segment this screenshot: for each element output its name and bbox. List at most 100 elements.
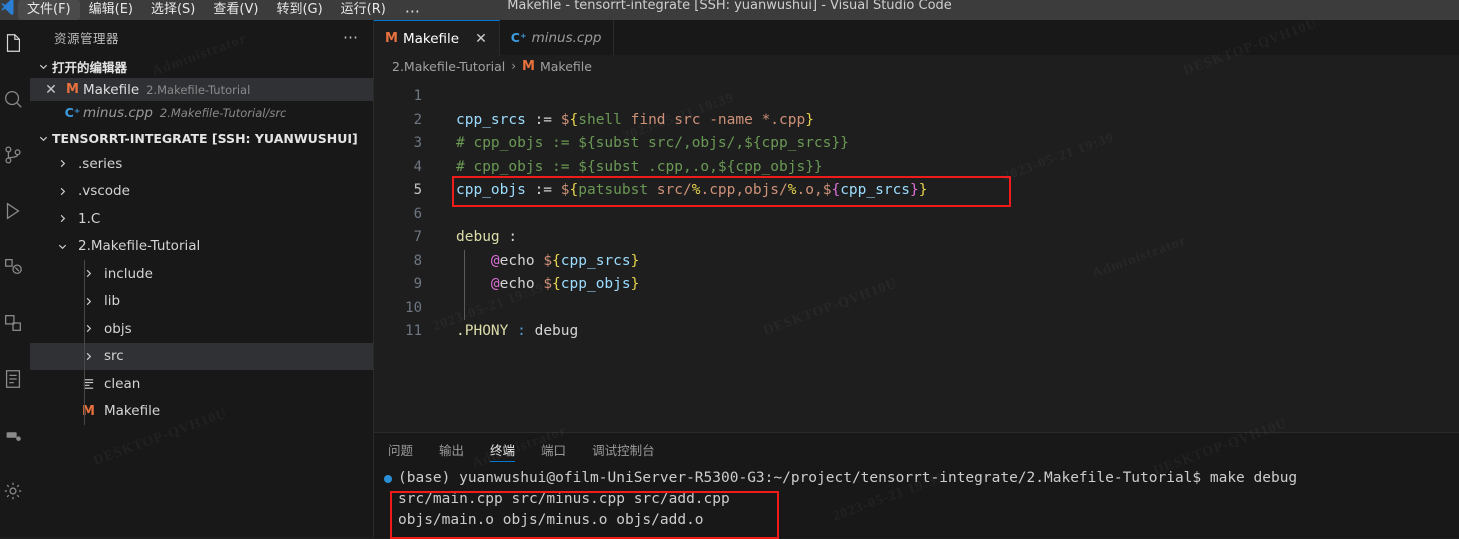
menu-item-run[interactable]: 运行(R) bbox=[332, 0, 395, 20]
tab-minus-cpp[interactable]: C⁺ minus.cpp bbox=[499, 20, 615, 55]
search-icon[interactable] bbox=[0, 82, 30, 116]
tree-item-label: 1.C bbox=[78, 210, 101, 227]
open-editor-name: Makefile bbox=[83, 81, 140, 98]
tree-item-clean[interactable]: clean bbox=[30, 370, 373, 398]
chevron-right-icon bbox=[80, 320, 97, 337]
tab-makefile[interactable]: M Makefile ✕ bbox=[374, 20, 500, 56]
code-line[interactable]: 6 bbox=[374, 203, 1459, 227]
docker-icon[interactable] bbox=[0, 418, 30, 452]
code-line[interactable]: 9 @echo ${cpp_objs} bbox=[374, 273, 1459, 297]
tab-problems[interactable]: 问题 bbox=[388, 433, 413, 468]
breadcrumb-file[interactable]: Makefile bbox=[540, 59, 592, 74]
indent-guide bbox=[84, 260, 85, 288]
tab-label: Makefile bbox=[402, 30, 460, 47]
code-line[interactable]: 5 cpp_objs := ${patsubst src/%.cpp,objs/%… bbox=[374, 179, 1459, 203]
menu-bar[interactable]: 文件(F) 编辑(E) 选择(S) 查看(V) 转到(G) 运行(R) ⋯ bbox=[18, 0, 430, 20]
tab-output[interactable]: 输出 bbox=[439, 433, 464, 468]
tab-label: minus.cpp bbox=[531, 29, 602, 46]
line-number: 11 bbox=[405, 323, 422, 339]
tree-item-makefile[interactable]: M Makefile bbox=[30, 397, 373, 425]
code-line[interactable]: 10 bbox=[374, 296, 1459, 320]
tree-item-1-c[interactable]: 1.C bbox=[30, 205, 373, 233]
menu-item-edit[interactable]: 编辑(E) bbox=[80, 0, 142, 20]
code-text: debug : bbox=[456, 229, 518, 245]
tree-item-objs[interactable]: objs bbox=[30, 315, 373, 343]
tree-item-lib[interactable]: lib bbox=[30, 287, 373, 315]
breadcrumb-folder[interactable]: 2.Makefile-Tutorial bbox=[392, 59, 505, 74]
open-editors-section-header[interactable]: 打开的编辑器 bbox=[30, 55, 373, 78]
line-number: 4 bbox=[413, 158, 422, 175]
code-text: @echo ${cpp_srcs} bbox=[490, 252, 640, 269]
chevron-down-icon bbox=[35, 58, 52, 75]
tree-item-include[interactable]: include bbox=[30, 260, 373, 288]
code-editor[interactable]: 1 2 cpp_srcs := ${shell find src -name *.c… bbox=[374, 77, 1459, 433]
chevron-right-icon bbox=[80, 265, 97, 282]
indent-guide bbox=[84, 370, 85, 398]
settings-gear-icon[interactable] bbox=[0, 474, 30, 508]
line-number: 9 bbox=[413, 276, 422, 292]
testing-icon[interactable] bbox=[0, 362, 30, 396]
explorer-icon[interactable] bbox=[0, 26, 30, 60]
vscode-logo-icon bbox=[0, 0, 14, 20]
close-icon[interactable]: ✕ bbox=[475, 31, 487, 47]
bottom-panel: 问题 输出 终端 端口 调试控制台 (base) yuanwushui@ofil… bbox=[374, 432, 1459, 539]
makefile-icon: M bbox=[385, 31, 398, 46]
source-control-icon[interactable] bbox=[0, 138, 30, 172]
indent-guide bbox=[464, 296, 465, 320]
code-text: .PHONY : debug bbox=[456, 323, 579, 339]
file-text-icon bbox=[80, 375, 97, 392]
tree-item-2-makefile-tutorial[interactable]: 2.Makefile-Tutorial bbox=[30, 233, 373, 261]
menu-overflow-icon[interactable]: ⋯ bbox=[395, 4, 430, 20]
run-debug-icon[interactable] bbox=[0, 194, 30, 228]
tree-item-src[interactable]: src bbox=[30, 342, 373, 370]
code-line[interactable]: 7 debug : bbox=[374, 226, 1459, 250]
tree-item-vscode[interactable]: .vscode bbox=[30, 178, 373, 206]
tab-terminal[interactable]: 终端 bbox=[490, 433, 516, 468]
indent-guide bbox=[84, 342, 85, 370]
menu-item-view[interactable]: 查看(V) bbox=[204, 0, 267, 20]
open-editors-label: 打开的编辑器 bbox=[52, 60, 128, 75]
workspace-section-header[interactable]: TENSORRT-INTEGRATE [SSH: YUANWUSHUI] bbox=[30, 127, 373, 150]
tree-item-label: include bbox=[104, 265, 153, 282]
chevron-right-icon bbox=[54, 210, 71, 227]
terminal[interactable]: (base) yuanwushui@ofilm-UniServer-R5300-… bbox=[374, 468, 1459, 539]
cpp-file-icon: C⁺ bbox=[510, 30, 527, 45]
extensions-icon[interactable] bbox=[0, 250, 30, 284]
open-editor-minus-cpp[interactable]: C⁺ minus.cpp 2.Makefile-Tutorial/src bbox=[30, 101, 373, 124]
terminal-status-dot-icon bbox=[384, 475, 392, 483]
title-bar: 文件(F) 编辑(E) 选择(S) 查看(V) 转到(G) 运行(R) ⋯ Ma… bbox=[0, 0, 1459, 20]
sidebar-title: 资源管理器 bbox=[54, 31, 120, 46]
code-line[interactable]: 3 # cpp_objs := ${subst src/,objs/,${cpp_… bbox=[374, 132, 1459, 156]
remote-explorer-icon[interactable] bbox=[0, 306, 30, 340]
code-line[interactable]: 11 .PHONY : debug bbox=[374, 320, 1459, 344]
tree-item-label: .series bbox=[78, 155, 123, 172]
makefile-icon: M bbox=[82, 403, 95, 419]
tab-debug-console[interactable]: 调试控制台 bbox=[592, 433, 655, 468]
indent-guide bbox=[84, 315, 85, 343]
tree-item-series[interactable]: .series bbox=[30, 150, 373, 178]
open-editor-path: 2.Makefile-Tutorial bbox=[146, 82, 251, 97]
code-text: # cpp_objs := ${subst src/,objs/,${cpp_s… bbox=[456, 135, 849, 151]
panel-tabs: 问题 输出 终端 端口 调试控制台 bbox=[374, 433, 1459, 468]
terminal-output-line: src/main.cpp src/minus.cpp src/add.cpp bbox=[398, 491, 730, 507]
code-line[interactable]: 1 bbox=[374, 85, 1459, 109]
terminal-prompt-line: (base) yuanwushui@ofilm-UniServer-R5300-… bbox=[398, 470, 1298, 486]
menu-item-go[interactable]: 转到(G) bbox=[267, 0, 331, 20]
code-line[interactable]: 4 # cpp_objs := ${subst .cpp,.o,${cpp_obj… bbox=[374, 156, 1459, 180]
breadcrumb[interactable]: 2.Makefile-Tutorial › M Makefile bbox=[374, 55, 1459, 77]
code-text: cpp_srcs := ${shell find src -name *.cpp… bbox=[456, 111, 814, 128]
sidebar-more-icon[interactable]: ⋯ bbox=[343, 30, 359, 45]
code-line[interactable]: 8 @echo ${cpp_srcs} bbox=[374, 249, 1459, 273]
menu-item-selection[interactable]: 选择(S) bbox=[142, 0, 204, 20]
tree-item-label: lib bbox=[104, 293, 121, 310]
menu-item-file[interactable]: 文件(F) bbox=[18, 0, 80, 20]
tree-item-label: .vscode bbox=[78, 183, 130, 200]
open-editor-makefile[interactable]: ✕ M Makefile 2.Makefile-Tutorial bbox=[30, 78, 373, 101]
vscode-window: 文件(F) 编辑(E) 选择(S) 查看(V) 转到(G) 运行(R) ⋯ Ma… bbox=[0, 0, 1459, 539]
close-icon[interactable]: ✕ bbox=[40, 82, 62, 98]
cpp-file-icon: C⁺ bbox=[64, 105, 81, 120]
code-line[interactable]: 2 cpp_srcs := ${shell find src -name *.cp… bbox=[374, 109, 1459, 133]
tab-ports[interactable]: 端口 bbox=[541, 433, 566, 468]
line-number: 2 bbox=[413, 111, 422, 128]
line-number: 10 bbox=[405, 299, 422, 316]
